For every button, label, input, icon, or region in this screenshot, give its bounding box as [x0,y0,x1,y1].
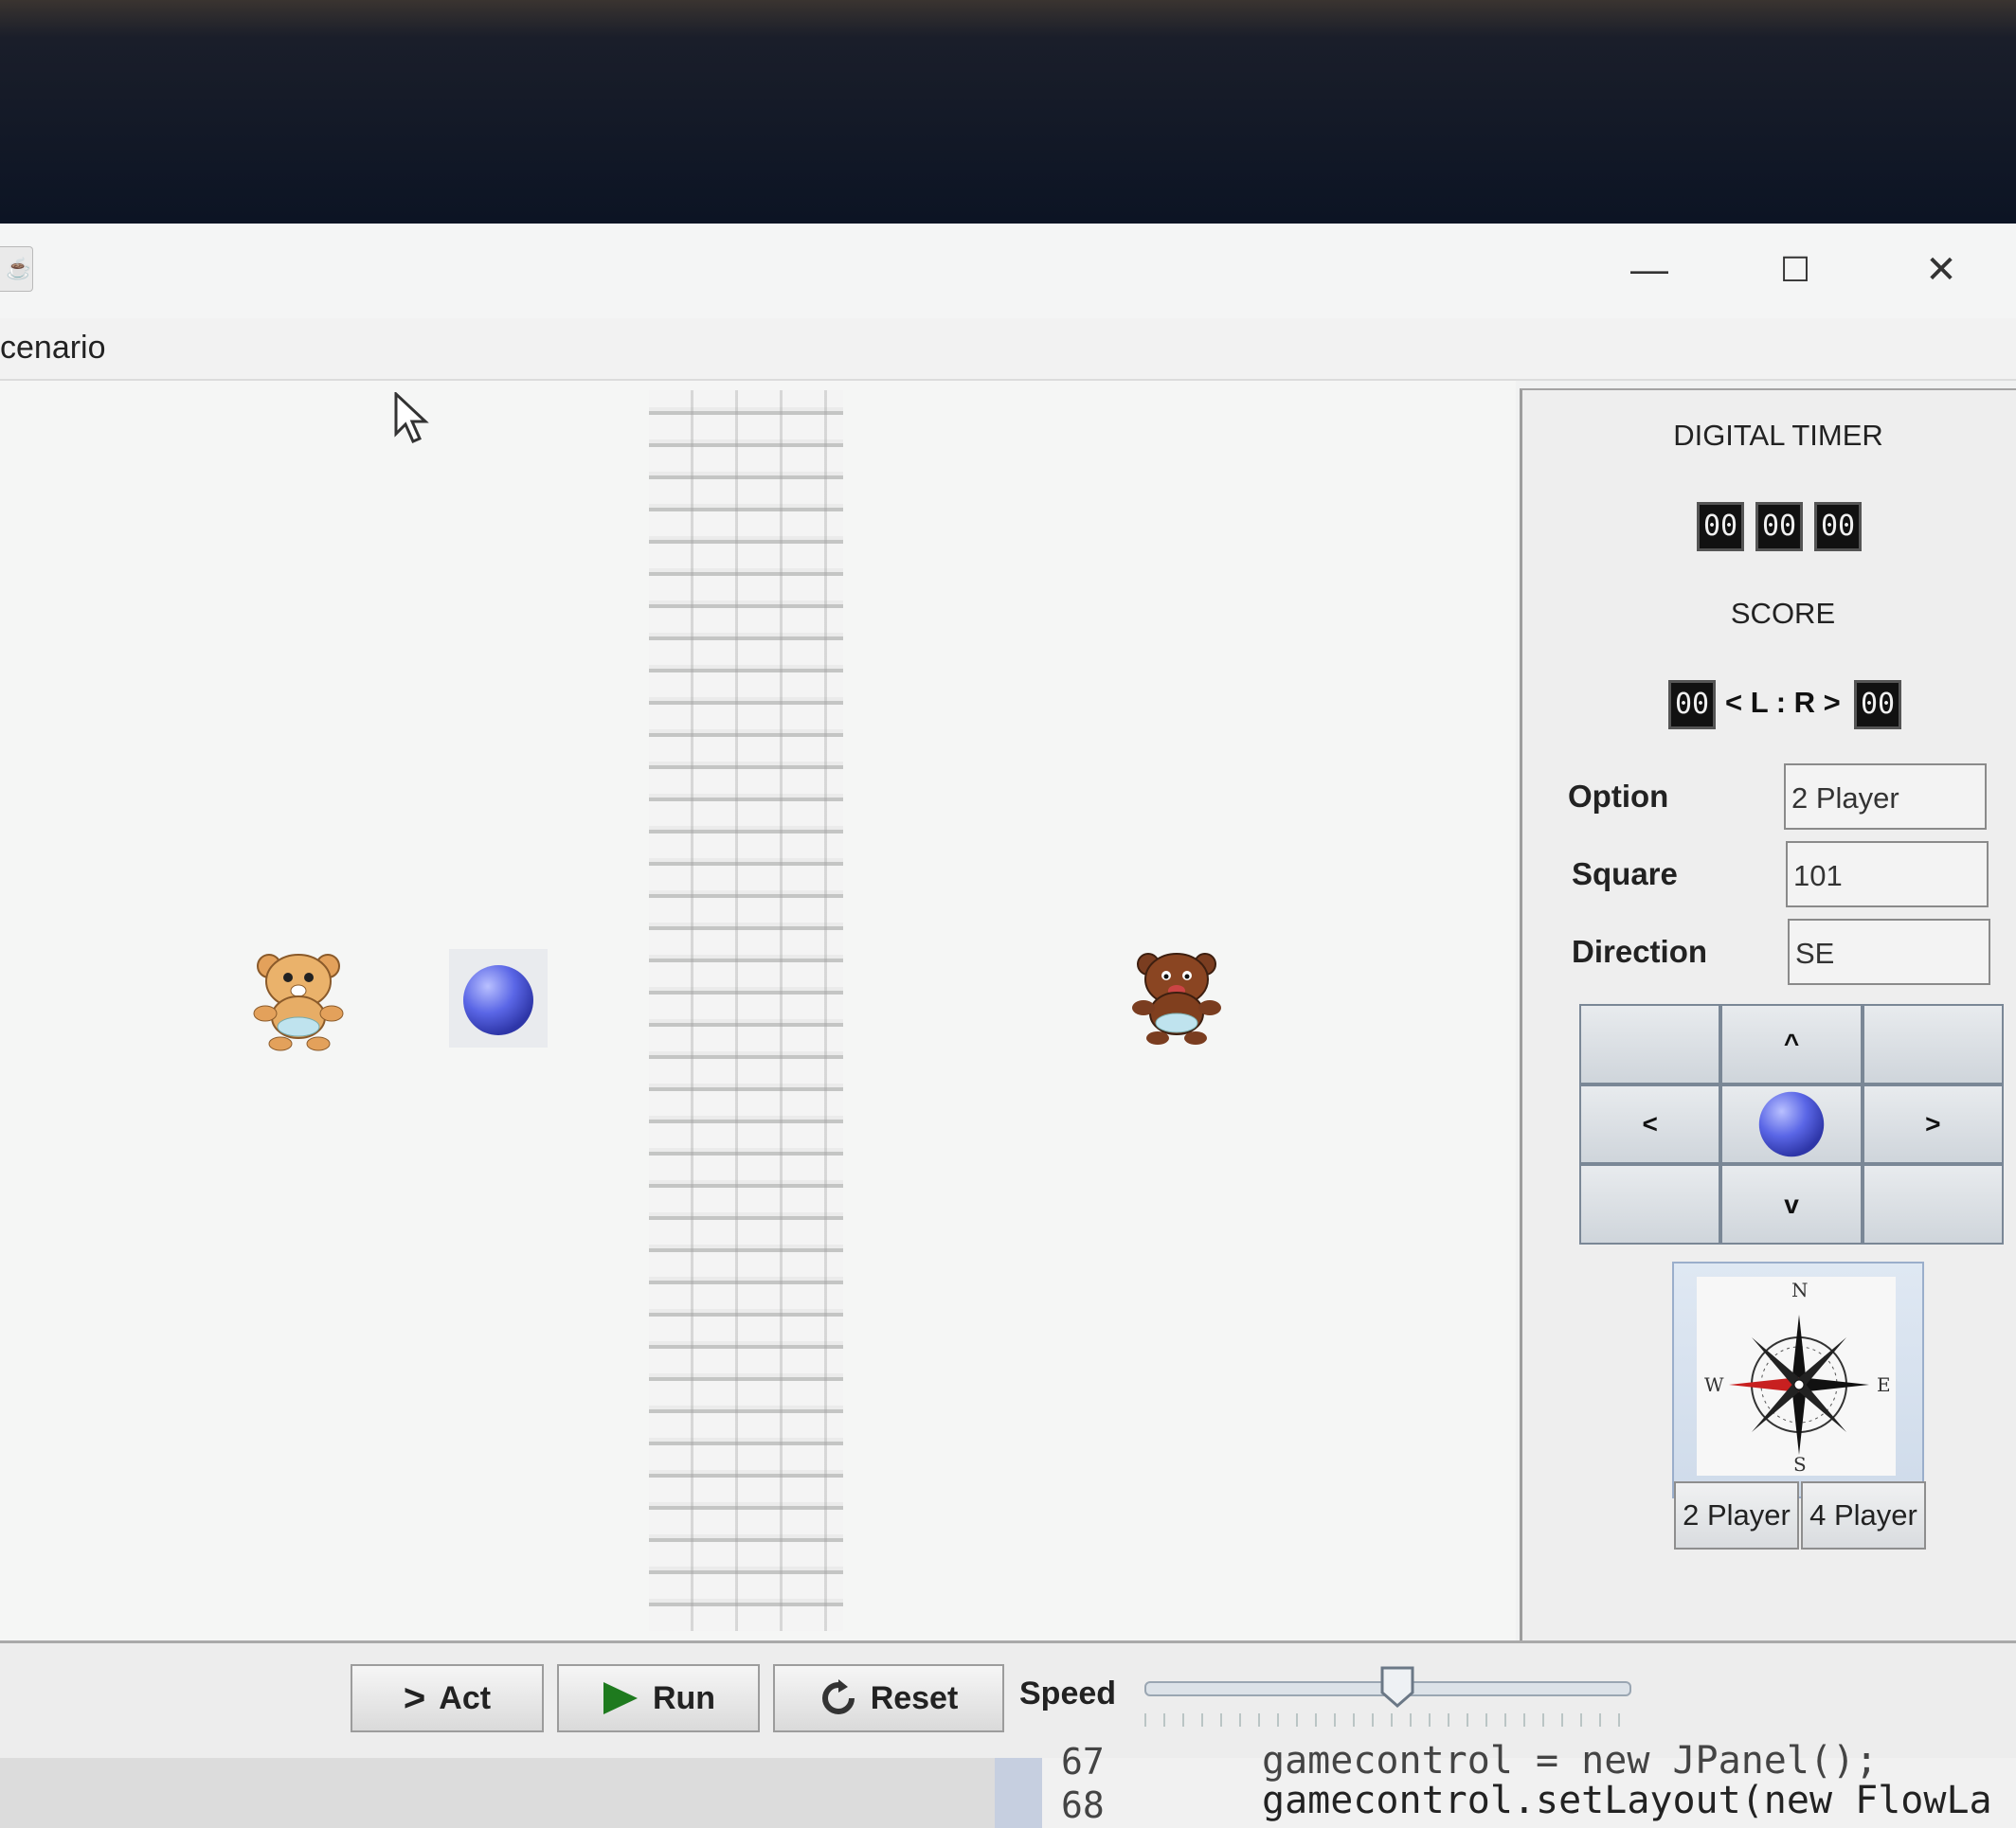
close-button[interactable]: ✕ [1908,241,1974,299]
code-line: gamecontrol = new JPanel(); [1262,1739,1879,1783]
dpad-up-left-button[interactable] [1581,1006,1719,1083]
act-label: Act [439,1679,492,1716]
run-button[interactable]: Run [557,1664,760,1732]
reset-button[interactable]: Reset [773,1664,1004,1732]
compass-panel: N E S W [1672,1262,1924,1498]
code-line: gamecontrol.setLayout(new FlowLa [1262,1779,1992,1822]
option-field[interactable]: 2 Player [1784,763,1987,830]
direction-label: Direction [1572,934,1708,969]
ball-icon [463,965,533,1035]
timer-hours: 00 [1697,502,1744,551]
desktop-background [0,0,2016,224]
title-bar: ☕ — ☐ ✕ [0,224,2016,318]
dpad-down-right-button[interactable] [1863,1166,2002,1243]
direction-pad: ^ < > v [1579,1004,2004,1245]
score-left: 00 [1668,680,1716,729]
compass-rose-icon: N E S W [1697,1277,1896,1476]
play-icon [603,1682,638,1714]
mouse-cursor-icon [394,392,429,443]
bear-player-right-icon [1132,953,1221,1045]
square-field[interactable]: 101 [1786,841,1989,907]
reset-icon [821,1679,855,1714]
compass-north: N [1791,1279,1809,1301]
run-label: Run [652,1679,716,1716]
line-number: 68 [1061,1784,1105,1826]
square-label: Square [1572,856,1678,891]
greenfoot-window: ☕ — ☐ ✕ cenario DIGITAL TIMER 00 00 00 S… [0,224,2016,1761]
line-number: 67 [1061,1741,1105,1783]
timer-minutes: 00 [1755,502,1803,551]
compass-west: W [1704,1373,1724,1396]
dpad-down-button[interactable]: v [1722,1166,1861,1243]
java-app-icon[interactable]: ☕ [0,246,33,292]
two-player-button[interactable]: 2 Player [1674,1481,1799,1550]
game-world[interactable] [0,381,1516,1640]
brick-wall [649,390,843,1631]
code-editor[interactable]: 67 68 gamecontrol = new JPanel(); gameco… [995,1739,2016,1828]
dpad-up-right-button[interactable] [1863,1006,2002,1083]
dpad-center-button[interactable] [1722,1085,1861,1163]
game-control-panel: DIGITAL TIMER 00 00 00 SCORE 00 < L : R … [1520,388,2016,1640]
compass-east: E [1877,1373,1891,1396]
minimize-button[interactable]: — [1616,241,1683,299]
dpad-right-button[interactable]: > [1863,1085,2002,1163]
score-title: SCORE [1730,597,1836,630]
four-player-button[interactable]: 4 Player [1801,1481,1926,1550]
compass-south: S [1793,1453,1807,1476]
desktop-strip [0,1758,995,1828]
dpad-up-button[interactable]: ^ [1722,1006,1861,1083]
act-button[interactable]: > Act [351,1664,544,1732]
score-right: 00 [1854,680,1901,729]
act-icon: > [403,1676,426,1719]
maximize-button[interactable]: ☐ [1762,241,1828,299]
ball-icon [1758,1091,1825,1157]
reset-label: Reset [870,1679,959,1716]
direction-field[interactable]: SE [1788,919,1990,985]
option-label: Option [1568,779,1669,814]
speed-ticks [1144,1713,1637,1727]
speed-label: Speed [1019,1676,1117,1712]
dpad-down-left-button[interactable] [1581,1166,1719,1243]
editor-gutter [995,1758,1042,1828]
menu-scenario[interactable]: cenario [0,330,106,367]
dpad-left-button[interactable]: < [1581,1085,1719,1163]
timer-title: DIGITAL TIMER [1673,419,1883,452]
timer-seconds: 00 [1814,502,1862,551]
speed-slider-thumb[interactable] [1380,1666,1414,1708]
bear-player-left-icon [253,954,344,1051]
menu-bar: cenario [0,318,2016,381]
score-separator: < L : R > [1725,686,1841,719]
